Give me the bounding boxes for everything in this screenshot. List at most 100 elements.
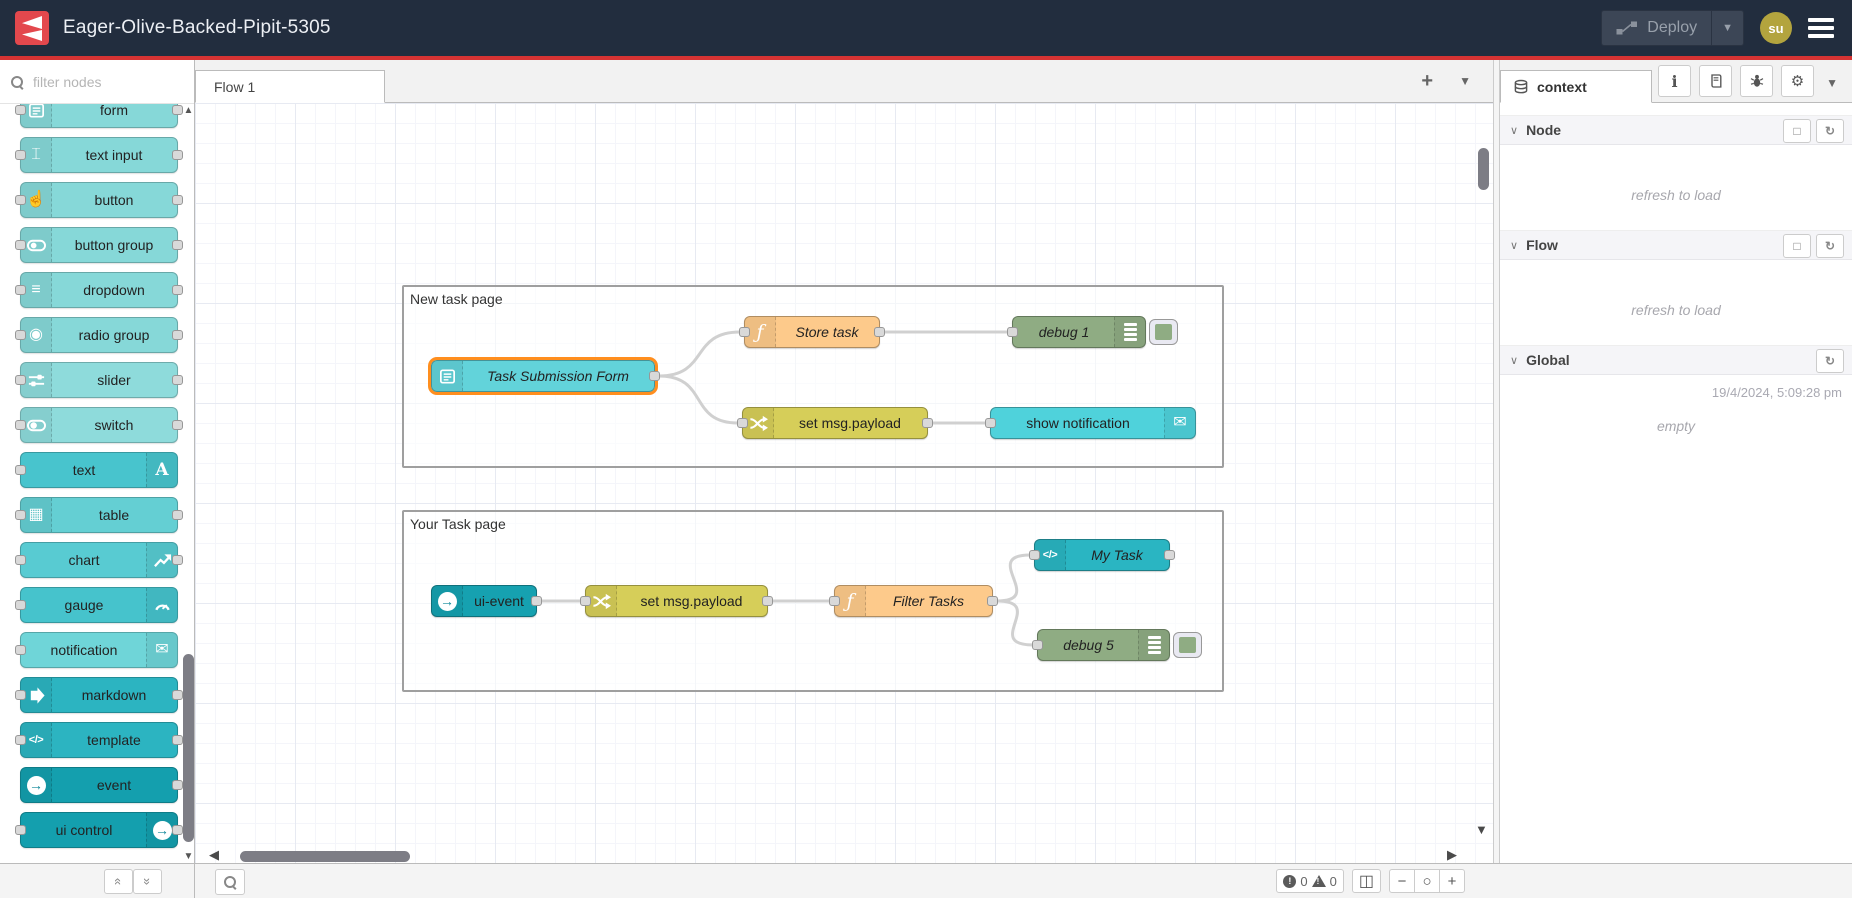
tab-flow-1[interactable]: Flow 1 bbox=[195, 70, 385, 103]
deploy-button[interactable]: Deploy ▼ bbox=[1601, 10, 1744, 46]
output-port[interactable] bbox=[1164, 550, 1175, 560]
palette-expand-button[interactable]: » bbox=[133, 869, 162, 894]
canvas-scroll-right-icon[interactable]: ▶ bbox=[1447, 848, 1457, 861]
canvas-node-set2[interactable]: set msg.payload bbox=[580, 585, 773, 617]
output-port[interactable] bbox=[172, 735, 183, 745]
input-port[interactable] bbox=[829, 596, 840, 606]
canvas-node-debug1[interactable]: debug 1 bbox=[1007, 316, 1178, 348]
open-context-button[interactable]: □ bbox=[1783, 119, 1811, 143]
canvas-node-notif[interactable]: ✉ show notification bbox=[985, 407, 1196, 439]
tab-context[interactable]: context bbox=[1500, 70, 1652, 103]
input-port[interactable] bbox=[739, 327, 750, 337]
context-section-flow[interactable]: ∨ Flow □ ↻ bbox=[1500, 230, 1852, 260]
output-port[interactable] bbox=[172, 555, 183, 565]
output-port[interactable] bbox=[172, 285, 183, 295]
canvas-node-store[interactable]: ƒ Store task bbox=[739, 316, 885, 348]
sidebar-tab-list-button[interactable]: ▼ bbox=[1826, 76, 1838, 90]
context-section-node[interactable]: ∨ Node □ ↻ bbox=[1500, 115, 1852, 145]
palette-scrollbar-thumb[interactable] bbox=[183, 654, 194, 842]
canvas-node-tsf[interactable]: Task Submission Form bbox=[428, 357, 660, 395]
input-port[interactable] bbox=[15, 555, 26, 565]
palette-node-switch[interactable]: switch bbox=[15, 407, 183, 443]
add-flow-button[interactable]: + bbox=[1421, 71, 1433, 91]
output-port[interactable] bbox=[649, 371, 660, 381]
palette-node-button-group[interactable]: button group bbox=[15, 227, 183, 263]
canvas-node-filter[interactable]: ƒ Filter Tasks bbox=[829, 585, 998, 617]
canvas-node-set1[interactable]: set msg.payload bbox=[737, 407, 933, 439]
canvas-scroll-left-icon[interactable]: ◀ bbox=[209, 848, 219, 861]
palette-node-gauge[interactable]: gauge bbox=[15, 587, 178, 623]
user-avatar[interactable]: su bbox=[1760, 12, 1792, 44]
open-context-button[interactable]: □ bbox=[1783, 234, 1811, 258]
palette-node-template[interactable]: </> template bbox=[15, 722, 183, 758]
input-port[interactable] bbox=[15, 825, 26, 835]
input-port[interactable] bbox=[1007, 327, 1018, 337]
output-port[interactable] bbox=[172, 420, 183, 430]
debug-tab-button[interactable] bbox=[1740, 65, 1773, 97]
output-port[interactable] bbox=[172, 510, 183, 520]
sidebar-resize-handle[interactable] bbox=[1493, 60, 1500, 863]
input-port[interactable] bbox=[15, 465, 26, 475]
output-port[interactable] bbox=[172, 375, 183, 385]
flow-canvas[interactable]: ◀ ▶ ▼ New task page Your Task page Task Su… bbox=[195, 103, 1493, 863]
palette-node-ui-control[interactable]: → ui control bbox=[15, 812, 183, 848]
input-port[interactable] bbox=[985, 418, 996, 428]
zoom-out-button[interactable]: − bbox=[1389, 869, 1415, 893]
input-port[interactable] bbox=[15, 330, 26, 340]
info-tab-button[interactable]: i bbox=[1658, 65, 1691, 97]
palette-scroll-down-icon[interactable]: ▼ bbox=[182, 852, 194, 862]
main-menu-button[interactable] bbox=[1808, 18, 1834, 38]
palette-node-event[interactable]: → event bbox=[20, 767, 183, 803]
input-port[interactable] bbox=[15, 105, 26, 115]
output-port[interactable] bbox=[172, 195, 183, 205]
flow-list-button[interactable]: ▼ bbox=[1459, 74, 1471, 88]
input-port[interactable] bbox=[15, 645, 26, 655]
input-port[interactable] bbox=[15, 285, 26, 295]
output-port[interactable] bbox=[172, 780, 183, 790]
refresh-icon[interactable]: ↻ bbox=[1816, 349, 1844, 373]
output-port[interactable] bbox=[172, 330, 183, 340]
zoom-reset-button[interactable]: ○ bbox=[1414, 869, 1440, 893]
input-port[interactable] bbox=[15, 375, 26, 385]
palette-node-chart[interactable]: chart bbox=[15, 542, 183, 578]
input-port[interactable] bbox=[1032, 640, 1043, 650]
zoom-in-button[interactable]: + bbox=[1439, 869, 1465, 893]
context-section-global[interactable]: ∨ Global ↻ bbox=[1500, 345, 1852, 375]
flow-status-badge[interactable]: ! 0 0 bbox=[1276, 869, 1344, 893]
output-port[interactable] bbox=[172, 690, 183, 700]
debug-toggle-button[interactable] bbox=[1149, 319, 1178, 345]
refresh-icon[interactable]: ↻ bbox=[1816, 119, 1844, 143]
palette-node-notification[interactable]: ✉ notification bbox=[15, 632, 178, 668]
palette-node-dropdown[interactable]: ≡ dropdown bbox=[15, 272, 183, 308]
palette-node-radio-group[interactable]: ◉ radio group bbox=[15, 317, 183, 353]
palette-node-markdown[interactable]: markdown bbox=[15, 677, 183, 713]
navigator-button[interactable]: ◫ bbox=[1351, 869, 1381, 893]
palette-collapse-button[interactable]: « bbox=[104, 869, 133, 894]
canvas-search-button[interactable] bbox=[215, 869, 245, 895]
palette-node-slider[interactable]: slider bbox=[15, 362, 183, 398]
canvas-node-mytask[interactable]: </> My Task bbox=[1029, 539, 1175, 571]
palette-node-form[interactable]: form bbox=[15, 104, 183, 128]
input-port[interactable] bbox=[15, 690, 26, 700]
palette-node-button[interactable]: ☝ button bbox=[15, 182, 183, 218]
palette-scroll-up-icon[interactable]: ▲ bbox=[182, 106, 194, 116]
canvas-node-debug5[interactable]: debug 5 bbox=[1032, 629, 1202, 661]
palette-node-table[interactable]: ▦ table bbox=[15, 497, 183, 533]
output-port[interactable] bbox=[874, 327, 885, 337]
input-port[interactable] bbox=[15, 150, 26, 160]
output-port[interactable] bbox=[922, 418, 933, 428]
output-port[interactable] bbox=[531, 596, 542, 606]
canvas-vscrollbar-thumb[interactable] bbox=[1478, 148, 1489, 190]
input-port[interactable] bbox=[1029, 550, 1040, 560]
input-port[interactable] bbox=[15, 600, 26, 610]
debug-toggle-button[interactable] bbox=[1173, 632, 1202, 658]
palette-node-text[interactable]: Atext bbox=[15, 452, 178, 488]
input-port[interactable] bbox=[15, 240, 26, 250]
input-port[interactable] bbox=[580, 596, 591, 606]
output-port[interactable] bbox=[762, 596, 773, 606]
deploy-options-caret[interactable]: ▼ bbox=[1711, 11, 1743, 45]
palette-node-text-input[interactable]: ⌶ text input bbox=[15, 137, 183, 173]
output-port[interactable] bbox=[172, 150, 183, 160]
output-port[interactable] bbox=[987, 596, 998, 606]
input-port[interactable] bbox=[15, 195, 26, 205]
